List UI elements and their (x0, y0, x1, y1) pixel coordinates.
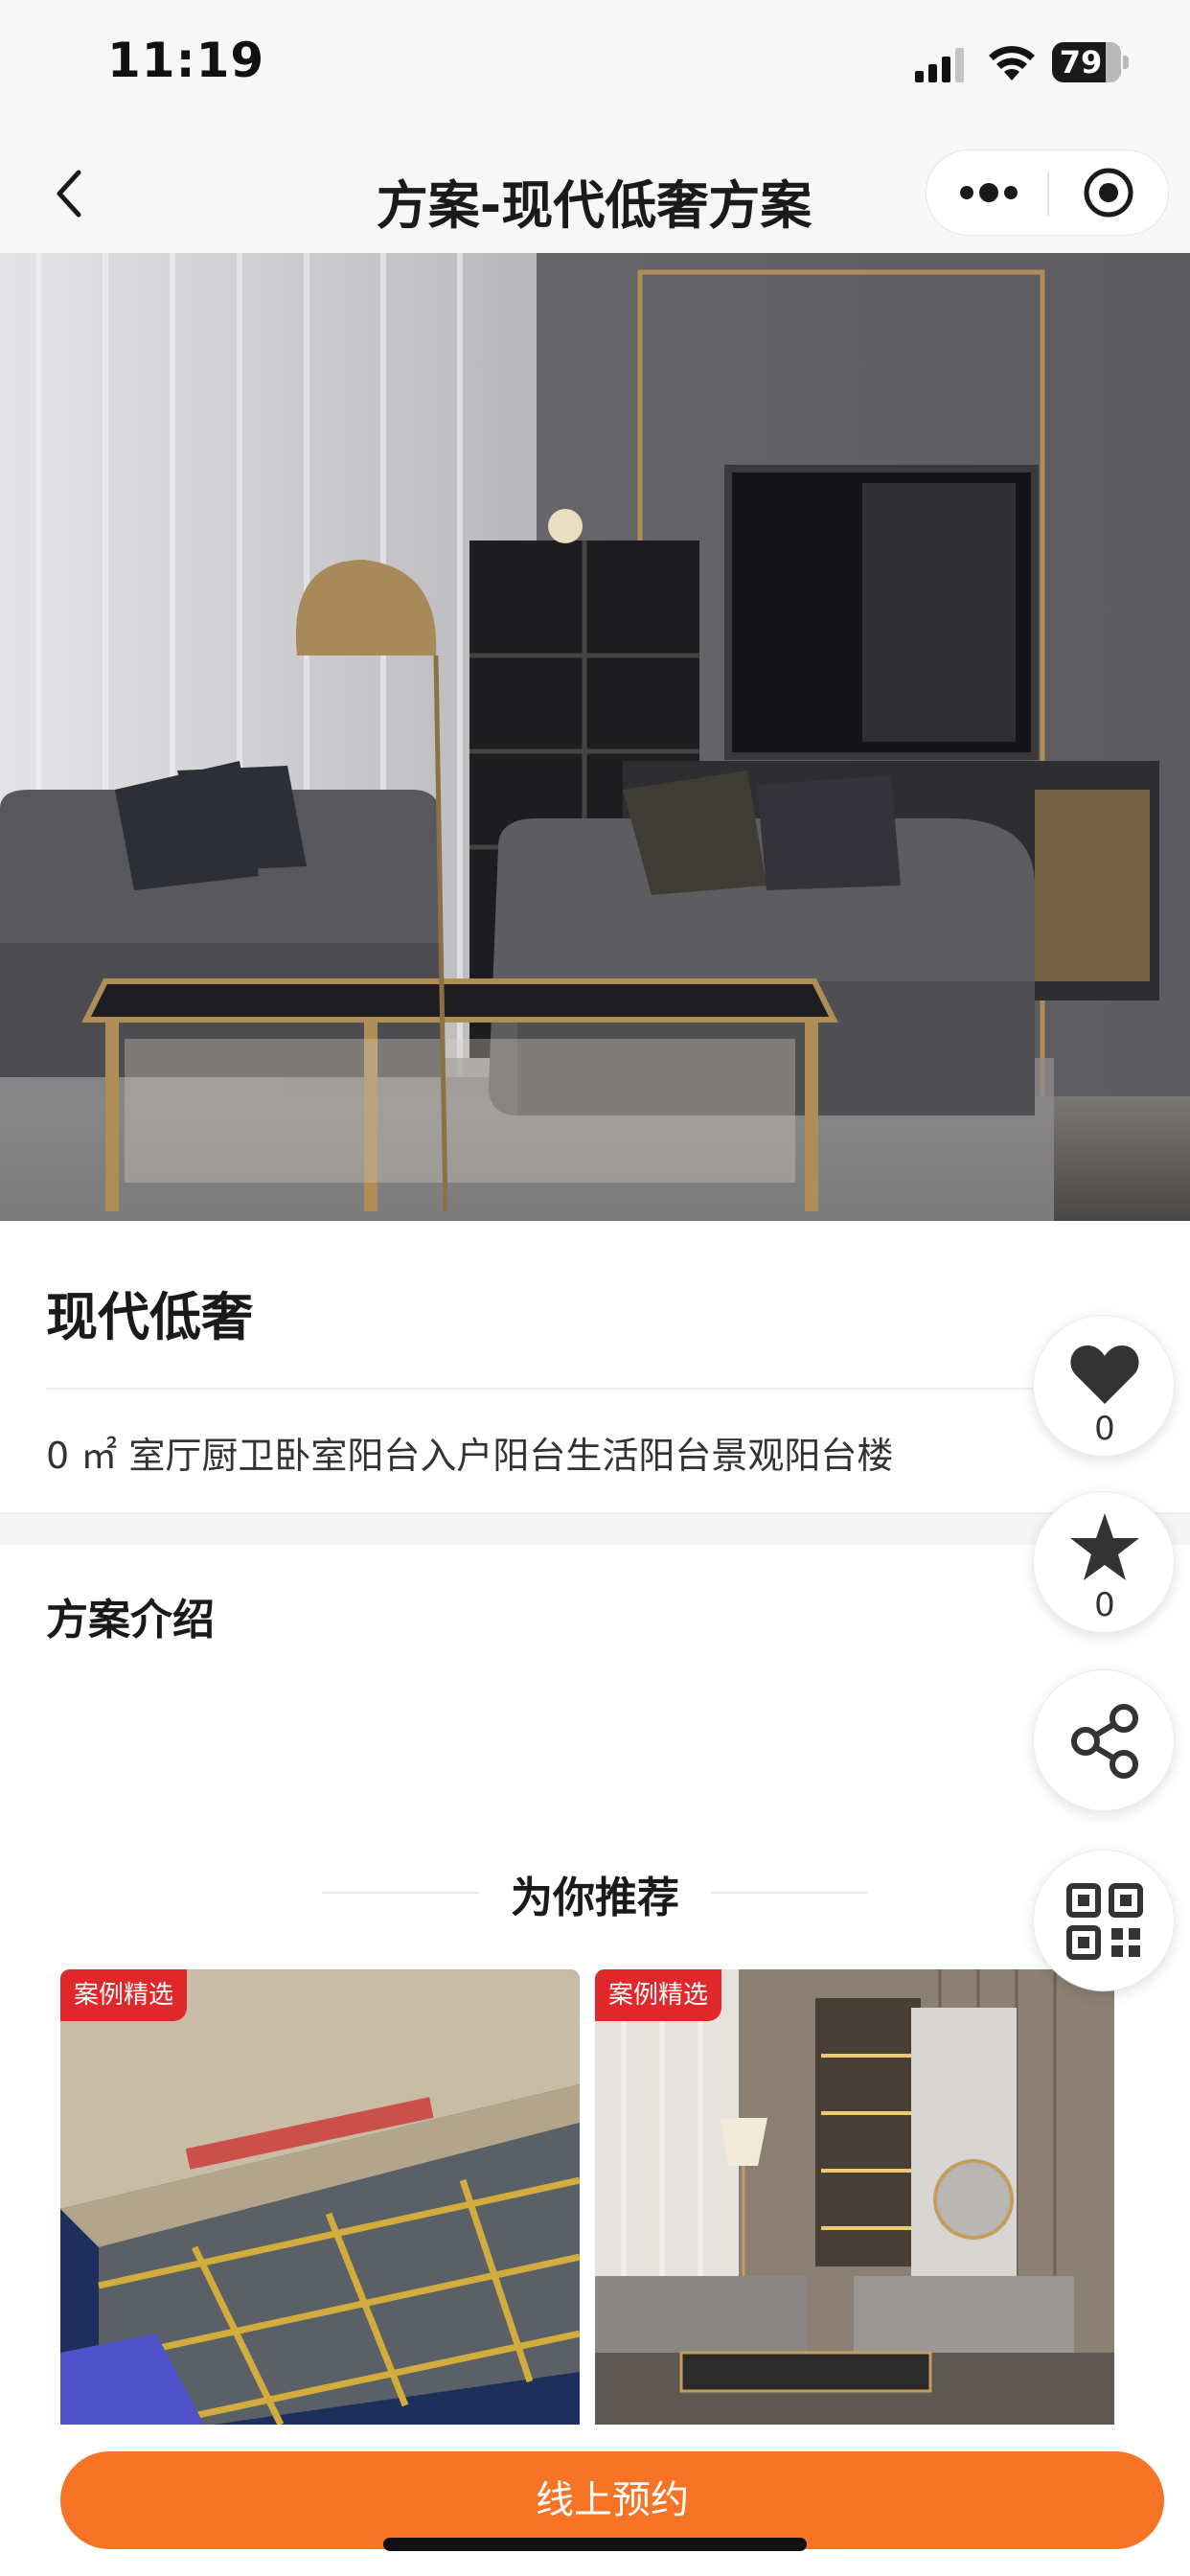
favorite-count: 0 (1094, 1586, 1115, 1624)
share-button[interactable] (1033, 1669, 1175, 1811)
status-bar: 11:19 79 (0, 0, 1190, 134)
heart-icon (1070, 1346, 1139, 1404)
wifi-icon (989, 46, 1035, 80)
hero-carousel[interactable] (0, 253, 1190, 1221)
back-button[interactable] (42, 161, 100, 226)
share-icon (1071, 1704, 1138, 1779)
living-room-photo (0, 253, 1190, 1221)
home-indicator (383, 2538, 807, 2551)
card-badge: 案例精选 (60, 1969, 188, 2021)
page-title: 方案-现代低奢方案 (376, 175, 812, 236)
battery-level: 79 (1059, 44, 1103, 80)
like-count: 0 (1094, 1410, 1115, 1448)
mini-program-capsule (926, 150, 1169, 236)
card-badge: 案例精选 (595, 1969, 722, 2021)
heading-rule-right (704, 1892, 867, 1894)
recommend-heading: 为你推荐 (479, 1863, 711, 1924)
qr-code-icon (1066, 1883, 1143, 1960)
qr-code-button[interactable] (1033, 1850, 1175, 1991)
close-miniprogram-button[interactable] (1061, 150, 1156, 235)
divider (46, 1388, 1148, 1390)
section-divider (0, 1512, 1190, 1545)
battery-icon: 79 (1052, 42, 1129, 82)
favorite-button[interactable]: 0 (1033, 1491, 1175, 1633)
status-time: 11:19 (107, 33, 265, 88)
ceiling-construction-photo (60, 1969, 580, 2425)
intro-heading: 方案介绍 (46, 1596, 215, 1644)
recommend-card[interactable]: 案例精选 (595, 1969, 1114, 2425)
online-booking-button[interactable]: 线上预约 (60, 2451, 1164, 2549)
star-icon (1070, 1513, 1139, 1580)
nav-bar: 方案-现代低奢方案 (0, 134, 1190, 253)
cellular-signal-icon (915, 48, 964, 82)
capsule-divider (1047, 172, 1049, 216)
heading-rule-left (322, 1892, 485, 1894)
more-button[interactable] (946, 150, 1032, 235)
like-button[interactable]: 0 (1033, 1315, 1175, 1457)
recommend-card[interactable]: 案例精选 (60, 1969, 580, 2425)
plan-specs: 0 ㎡ 室厅厨卫卧室阳台入户阳台生活阳台景观阳台楼 (46, 1435, 894, 1477)
living-room-photo (595, 1969, 1114, 2425)
plan-title: 现代低奢 (46, 1287, 253, 1347)
